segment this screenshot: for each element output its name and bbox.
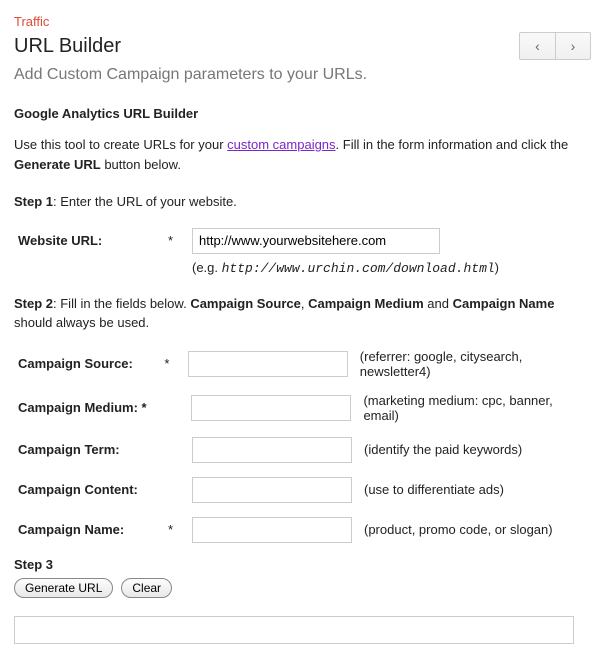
campaign-content-hint: (use to differentiate ads) bbox=[364, 482, 504, 497]
step1-text: Step 1: Enter the URL of your website. bbox=[14, 192, 591, 212]
campaign-term-input[interactable] bbox=[192, 437, 352, 463]
step3-label: Step 3 bbox=[14, 557, 591, 572]
campaign-content-input[interactable] bbox=[192, 477, 352, 503]
campaign-name-label: Campaign Name: bbox=[18, 522, 168, 537]
website-url-input[interactable] bbox=[192, 228, 440, 254]
page-subtitle: Add Custom Campaign parameters to your U… bbox=[14, 66, 591, 84]
generate-url-button[interactable]: Generate URL bbox=[14, 578, 113, 598]
clear-button[interactable]: Clear bbox=[121, 578, 172, 598]
website-url-example: (e.g. http://www.urchin.com/download.htm… bbox=[14, 260, 591, 276]
campaign-medium-hint: (marketing medium: cpc, banner, email) bbox=[363, 393, 591, 423]
required-marker: * bbox=[168, 233, 192, 248]
custom-campaigns-link[interactable]: custom campaigns bbox=[227, 137, 335, 152]
campaign-name-input[interactable] bbox=[192, 517, 352, 543]
next-button[interactable]: › bbox=[555, 32, 591, 60]
chevron-left-icon: ‹ bbox=[535, 38, 540, 54]
campaign-source-input[interactable] bbox=[188, 351, 348, 377]
campaign-medium-label: Campaign Medium: * bbox=[18, 400, 168, 415]
result-url-input[interactable] bbox=[14, 616, 574, 644]
intro-text: Use this tool to create URLs for your cu… bbox=[14, 135, 591, 174]
campaign-term-label: Campaign Term: bbox=[18, 442, 168, 457]
campaign-term-hint: (identify the paid keywords) bbox=[364, 442, 522, 457]
campaign-source-hint: (referrer: google, citysearch, newslette… bbox=[360, 349, 591, 379]
step2-text: Step 2: Fill in the fields below. Campai… bbox=[14, 294, 591, 333]
campaign-content-label: Campaign Content: bbox=[18, 482, 168, 497]
chevron-right-icon: › bbox=[571, 38, 576, 54]
campaign-name-hint: (product, promo code, or slogan) bbox=[364, 522, 553, 537]
required-marker: * bbox=[164, 356, 187, 371]
prev-button[interactable]: ‹ bbox=[519, 32, 555, 60]
website-url-label: Website URL: bbox=[18, 233, 168, 248]
campaign-medium-input[interactable] bbox=[191, 395, 351, 421]
page-title: URL Builder bbox=[14, 35, 591, 58]
breadcrumb-category: Traffic bbox=[14, 14, 591, 29]
campaign-source-label: Campaign Source: bbox=[18, 356, 164, 371]
required-marker: * bbox=[168, 522, 192, 537]
section-heading: Google Analytics URL Builder bbox=[14, 106, 591, 121]
